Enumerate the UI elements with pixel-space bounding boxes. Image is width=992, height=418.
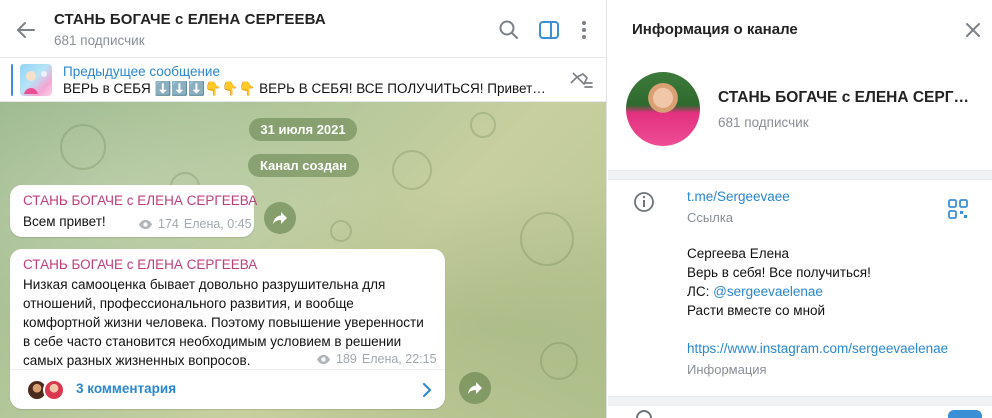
channel-link-label: Ссылка xyxy=(687,210,734,225)
pinned-thumbnail xyxy=(20,64,52,96)
about-line: Сергеева Елена xyxy=(687,246,790,261)
message-sender[interactable]: СТАНЬ БОГАЧЕ с ЕЛЕНА СЕРГЕЕВА xyxy=(23,257,257,272)
message-meta: 189 Елена, 22:15 xyxy=(316,352,437,366)
chat-pane: СТАНЬ БОГАЧЕ с ЕЛЕНА СЕРГЕЕВА 681 подпис… xyxy=(0,0,607,418)
message-author-time: Елена, 0:45 xyxy=(183,217,252,231)
pinned-text: ВЕРЬ в СЕБЯ ⬇️⬇️⬇️👇👇👇 ВЕРЬ В СЕБЯ! ВСЕ П… xyxy=(63,81,548,96)
search-icon[interactable] xyxy=(497,18,521,42)
background-doodle xyxy=(60,124,106,170)
notifications-toggle[interactable] xyxy=(948,410,982,418)
views-eye-icon xyxy=(139,219,152,229)
message-text-line: комфортной жизни человека. Поэтому повыш… xyxy=(23,315,424,330)
forward-button[interactable] xyxy=(264,202,296,234)
commenter-avatar xyxy=(43,379,65,401)
channel-created-notice: Канал создан xyxy=(248,154,359,177)
about-line: ЛС: @sergeevaelenae xyxy=(687,284,823,299)
about-line-prefix: ЛС: xyxy=(687,284,714,299)
contact-mention-link[interactable]: @sergeevaelenae xyxy=(713,284,823,299)
channel-avatar[interactable] xyxy=(626,72,700,146)
close-icon[interactable] xyxy=(963,20,983,40)
background-doodle xyxy=(540,342,578,380)
chat-background: 31 июля 2021 Канал создан СТАНЬ БОГАЧЕ с… xyxy=(0,102,606,418)
message-sender[interactable]: СТАНЬ БОГАЧЕ с ЕЛЕНА СЕРГЕЕВА xyxy=(23,193,257,208)
back-arrow-icon[interactable] xyxy=(14,18,38,42)
chat-title[interactable]: СТАНЬ БОГАЧЕ с ЕЛЕНА СЕРГЕЕВА xyxy=(54,11,326,28)
pinned-list-icon[interactable] xyxy=(568,69,594,91)
pinned-accent-bar xyxy=(11,64,13,96)
info-circle-icon xyxy=(632,190,656,214)
date-separator: 31 июля 2021 xyxy=(249,118,357,141)
about-line: Расти вместе со мной xyxy=(687,303,826,318)
pinned-message-bar[interactable]: Предыдущее сообщение ВЕРЬ в СЕБЯ ⬇️⬇️⬇️👇… xyxy=(0,58,606,102)
notifications-icon xyxy=(636,410,652,418)
message-text-line: в себе часто становится необходимым усло… xyxy=(23,334,402,349)
channel-subscriber-count: 681 подписчик xyxy=(718,115,809,130)
message-bubble[interactable]: СТАНЬ БОГАЧЕ с ЕЛЕНА СЕРГЕЕВА Низкая сам… xyxy=(10,249,445,409)
background-doodle xyxy=(330,220,352,242)
message-bubble[interactable]: СТАНЬ БОГАЧЕ с ЕЛЕНА СЕРГЕЕВА Всем приве… xyxy=(10,185,257,237)
qr-code-icon[interactable] xyxy=(948,199,968,219)
forward-button[interactable] xyxy=(459,372,491,404)
comments-link[interactable]: 3 комментария xyxy=(76,381,176,396)
pinned-title: Предыдущее сообщение xyxy=(63,64,220,79)
info-pane-title: Информация о канале xyxy=(632,21,798,38)
section-divider xyxy=(608,170,992,180)
message-text-line: Низкая самооценка бывает довольно разруш… xyxy=(23,277,386,292)
background-doodle xyxy=(392,150,432,190)
message-views: 174 xyxy=(158,217,179,231)
more-vertical-icon[interactable] xyxy=(572,18,596,42)
forward-icon xyxy=(468,382,482,394)
forward-icon xyxy=(273,212,287,224)
channel-name: СТАНЬ БОГАЧЕ с ЕЛЕНА СЕРГЕЕВА xyxy=(718,89,978,106)
message-views: 189 xyxy=(336,352,357,366)
message-text: Всем привет! xyxy=(23,214,106,229)
section-divider xyxy=(608,396,992,406)
channel-link[interactable]: t.me/Sergeevaee xyxy=(687,189,790,204)
message-text-line: отношений, профессионального развития, и… xyxy=(23,296,354,311)
sidebar-toggle-icon[interactable] xyxy=(537,18,561,42)
instagram-link[interactable]: https://www.instagram.com/sergeevaelenae xyxy=(687,341,948,356)
views-eye-icon xyxy=(317,354,330,364)
about-line: Верь в себя! Все получиться! xyxy=(687,265,871,280)
background-doodle xyxy=(470,112,496,138)
message-author-time: Елена, 22:15 xyxy=(361,352,437,366)
chat-header: СТАНЬ БОГАЧЕ с ЕЛЕНА СЕРГЕЕВА 681 подпис… xyxy=(0,0,606,58)
chevron-right-icon xyxy=(423,383,431,397)
channel-info-pane: Информация о канале СТАНЬ БОГАЧЕ с ЕЛЕНА… xyxy=(608,0,992,418)
chat-subscriber-count: 681 подписчик xyxy=(54,33,145,48)
message-meta: 174 Елена, 0:45 xyxy=(138,217,252,231)
about-label: Информация xyxy=(687,362,767,377)
comments-row[interactable]: 3 комментария xyxy=(10,369,445,409)
background-doodle xyxy=(520,212,574,266)
